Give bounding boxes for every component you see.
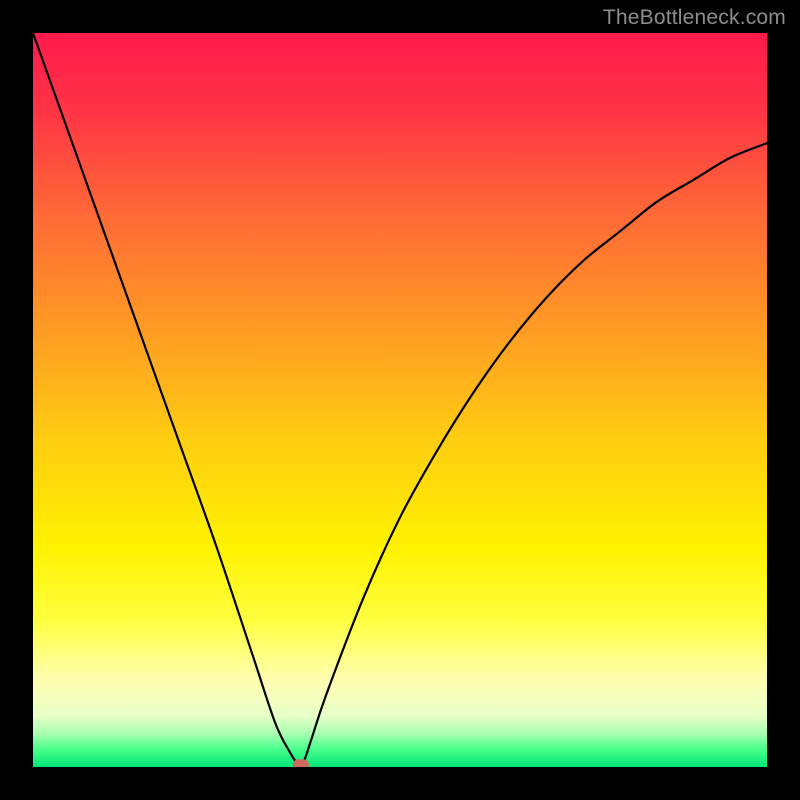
watermark-text: TheBottleneck.com: [603, 6, 786, 30]
chart-plot-area: [33, 33, 767, 767]
chart-frame: TheBottleneck.com: [0, 0, 800, 800]
minimum-marker: [293, 759, 309, 767]
gradient-background: [33, 33, 767, 767]
chart-svg: [33, 33, 767, 767]
